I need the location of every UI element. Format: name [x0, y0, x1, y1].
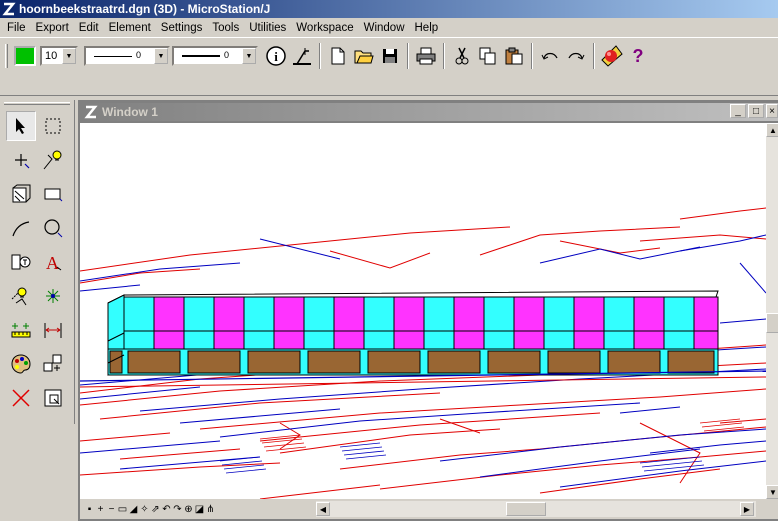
line-weight-dropdown[interactable]: 0 ▼: [172, 46, 258, 66]
fence-icon[interactable]: [38, 111, 68, 141]
element-info-icon[interactable]: i: [264, 44, 288, 68]
chevron-down-icon[interactable]: ▼: [242, 48, 256, 64]
line-style-dropdown[interactable]: 0 ▼: [84, 46, 170, 66]
view-attributes-icon[interactable]: ⋔: [205, 502, 216, 516]
app-title: hoornbeekstraatrd.dgn (3D) - MicroStatio…: [19, 2, 271, 16]
update-view-icon[interactable]: ▪: [84, 502, 95, 516]
close-button[interactable]: ×: [766, 104, 778, 118]
copy-view-icon[interactable]: ⊕: [183, 502, 194, 516]
menu-element[interactable]: Element: [104, 22, 156, 34]
dimension-icon[interactable]: [38, 315, 68, 345]
fit-view-icon[interactable]: ◢: [128, 502, 139, 516]
element-selection-icon[interactable]: [6, 111, 36, 141]
line-weight-value: 0: [224, 50, 230, 60]
toolbar-separator: [319, 43, 321, 69]
toolbar-separator: [531, 43, 533, 69]
measure-icon[interactable]: [290, 44, 314, 68]
scroll-up-icon[interactable]: ▲: [766, 123, 778, 137]
chevron-down-icon[interactable]: ▼: [154, 48, 168, 64]
change-view-perspective-icon[interactable]: ◪: [194, 502, 205, 516]
place-shape-icon[interactable]: [6, 179, 36, 209]
place-point-icon[interactable]: [6, 145, 36, 175]
place-circle-icon[interactable]: [38, 213, 68, 243]
menu-edit[interactable]: Edit: [74, 22, 104, 34]
line-style-value: 0: [136, 50, 142, 60]
menu-utilities[interactable]: Utilities: [244, 22, 291, 34]
rotate-view-icon[interactable]: ✧: [139, 502, 150, 516]
active-color-swatch[interactable]: [14, 46, 36, 66]
view-window-title: Window 1: [102, 105, 158, 119]
toolbar-separator: [593, 43, 595, 69]
horizontal-scrollbar[interactable]: ◀ ▶: [316, 501, 756, 517]
menu-window[interactable]: Window: [359, 22, 410, 34]
level-value: 10: [45, 50, 58, 62]
minimize-button[interactable]: _: [730, 104, 746, 118]
zoom-in-icon[interactable]: +: [95, 502, 106, 516]
maximize-button[interactable]: □: [748, 104, 764, 118]
zoom-out-icon[interactable]: −: [106, 502, 117, 516]
vertical-scroll-thumb[interactable]: [766, 313, 778, 333]
toolbar-separator: [443, 43, 445, 69]
main-toolbar: 10 ▼ 0 ▼ 0 ▼ i ?: [0, 37, 778, 96]
group-icon[interactable]: [38, 349, 68, 379]
snap-icon[interactable]: [38, 281, 68, 311]
line-weight-preview: [182, 55, 220, 57]
svg-text:i: i: [274, 49, 278, 64]
menu-help[interactable]: Help: [410, 22, 444, 34]
print-icon[interactable]: [414, 44, 438, 68]
pan-view-icon[interactable]: ⇗: [150, 502, 161, 516]
main-tool-box: A: [0, 100, 75, 424]
save-icon[interactable]: [378, 44, 402, 68]
scroll-right-icon[interactable]: ▶: [740, 502, 754, 516]
view-previous-icon[interactable]: ↶: [161, 502, 172, 516]
toolbar-grip[interactable]: [5, 44, 8, 68]
place-block-icon[interactable]: [38, 179, 68, 209]
menu-bar: File Export Edit Element Settings Tools …: [0, 18, 778, 37]
place-arc-icon[interactable]: [6, 213, 36, 243]
menu-workspace[interactable]: Workspace: [291, 22, 358, 34]
measure-distance-icon[interactable]: [6, 315, 36, 345]
line-style-preview: [94, 55, 132, 57]
scroll-left-icon[interactable]: ◀: [316, 502, 330, 516]
menu-tools[interactable]: Tools: [207, 22, 244, 34]
mdi-workspace: Window 1 _ □ × ▲ ▼ ▪ + − ▭ ◢ ✧ ⇗ ↶ ↷ ⊕ ◪…: [78, 100, 778, 521]
render-icon[interactable]: [600, 44, 624, 68]
window-area-icon[interactable]: ▭: [117, 502, 128, 516]
menu-export[interactable]: Export: [31, 22, 74, 34]
undo-icon[interactable]: [538, 44, 562, 68]
scroll-down-icon[interactable]: ▼: [766, 485, 778, 499]
menu-file[interactable]: File: [2, 22, 31, 34]
place-text-icon[interactable]: A: [38, 247, 68, 277]
toolbox-grip[interactable]: [4, 102, 70, 105]
microstation-logo-icon: [84, 105, 98, 119]
app-title-bar: hoornbeekstraatrd.dgn (3D) - MicroStatio…: [0, 0, 778, 18]
place-cell-icon[interactable]: [6, 247, 36, 277]
copy-element-icon[interactable]: [38, 383, 68, 413]
new-file-icon[interactable]: [326, 44, 350, 68]
help-icon[interactable]: ?: [626, 44, 650, 68]
microstation-logo-icon: [2, 2, 16, 16]
paste-icon[interactable]: [502, 44, 526, 68]
view-window-title-bar[interactable]: Window 1: [80, 103, 778, 121]
design-model-view[interactable]: [80, 123, 766, 499]
delete-element-icon[interactable]: [6, 383, 36, 413]
open-folder-icon[interactable]: [352, 44, 376, 68]
accudraw-icon[interactable]: [6, 281, 36, 311]
redo-icon[interactable]: [564, 44, 588, 68]
level-dropdown[interactable]: 10 ▼: [40, 46, 78, 66]
vertical-scrollbar[interactable]: ▲ ▼: [766, 123, 778, 499]
toolbar-separator: [407, 43, 409, 69]
chevron-down-icon[interactable]: ▼: [62, 48, 76, 64]
svg-text:A: A: [46, 253, 59, 272]
horizontal-scroll-thumb[interactable]: [506, 502, 546, 516]
change-attributes-icon[interactable]: [6, 349, 36, 379]
view-control-bar: ▪ + − ▭ ◢ ✧ ⇗ ↶ ↷ ⊕ ◪ ⋔ ◀ ▶: [80, 499, 778, 519]
menu-settings[interactable]: Settings: [156, 22, 208, 34]
view-next-icon[interactable]: ↷: [172, 502, 183, 516]
cut-icon[interactable]: [450, 44, 474, 68]
place-smartline-icon[interactable]: [38, 145, 68, 175]
view-canvas[interactable]: [80, 123, 766, 499]
copy-icon[interactable]: [476, 44, 500, 68]
